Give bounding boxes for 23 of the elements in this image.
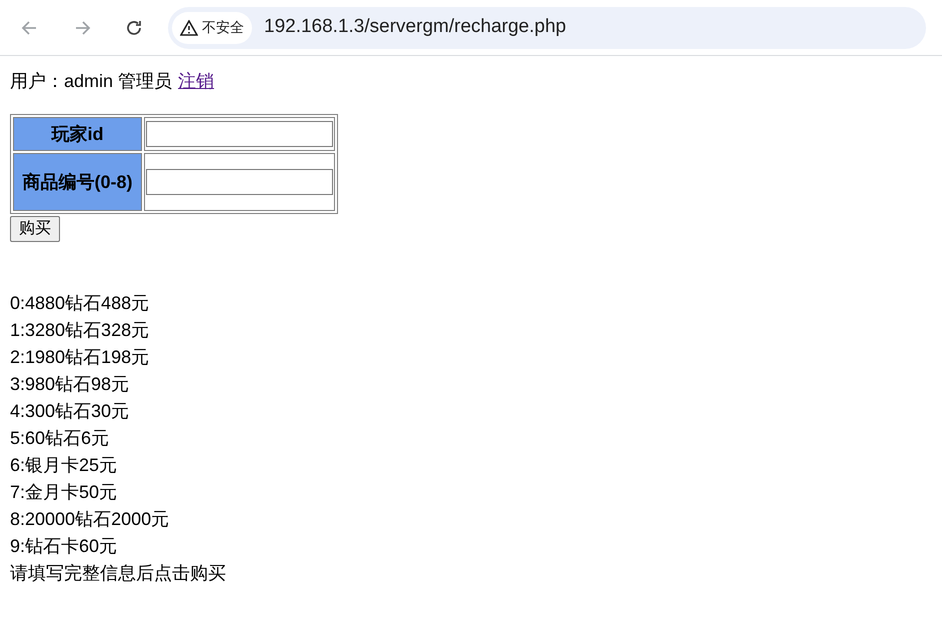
instruction-text: 请填写完整信息后点击购买 xyxy=(10,562,227,585)
buy-button[interactable]: 购买 xyxy=(10,216,60,242)
product-item: 0:4880钻石488元 xyxy=(10,292,150,315)
product-item: 3:980钻石98元 xyxy=(10,373,130,396)
logout-link[interactable]: 注销 xyxy=(178,68,214,95)
product-item: 2:1980钻石198元 xyxy=(10,346,150,369)
product-item: 4:300钻石30元 xyxy=(10,400,130,423)
field-label: 商品编号(0-8) xyxy=(13,153,142,211)
product-item: 7:金月卡50元 xyxy=(10,481,118,504)
input-field[interactable] xyxy=(146,169,333,195)
field-label: 玩家id xyxy=(13,117,142,151)
product-item: 1:3280钻石328元 xyxy=(10,319,150,342)
security-label: 不安全 xyxy=(202,18,244,37)
user-label: 用户：admin 管理员 xyxy=(10,70,172,93)
warning-icon xyxy=(180,20,198,36)
url-text: 192.168.1.3/servergm/recharge.php xyxy=(264,15,566,40)
product-item: 9:钻石卡60元 xyxy=(10,535,118,558)
security-badge[interactable]: 不安全 xyxy=(172,12,252,44)
product-item: 5:60钻石6元 xyxy=(10,427,110,450)
product-item: 8:20000钻石2000元 xyxy=(10,508,170,531)
product-item: 6:银月卡25元 xyxy=(10,454,118,477)
input-field[interactable] xyxy=(146,121,333,147)
address-bar[interactable]: 不安全 192.168.1.3/servergm/recharge.php xyxy=(168,6,926,48)
